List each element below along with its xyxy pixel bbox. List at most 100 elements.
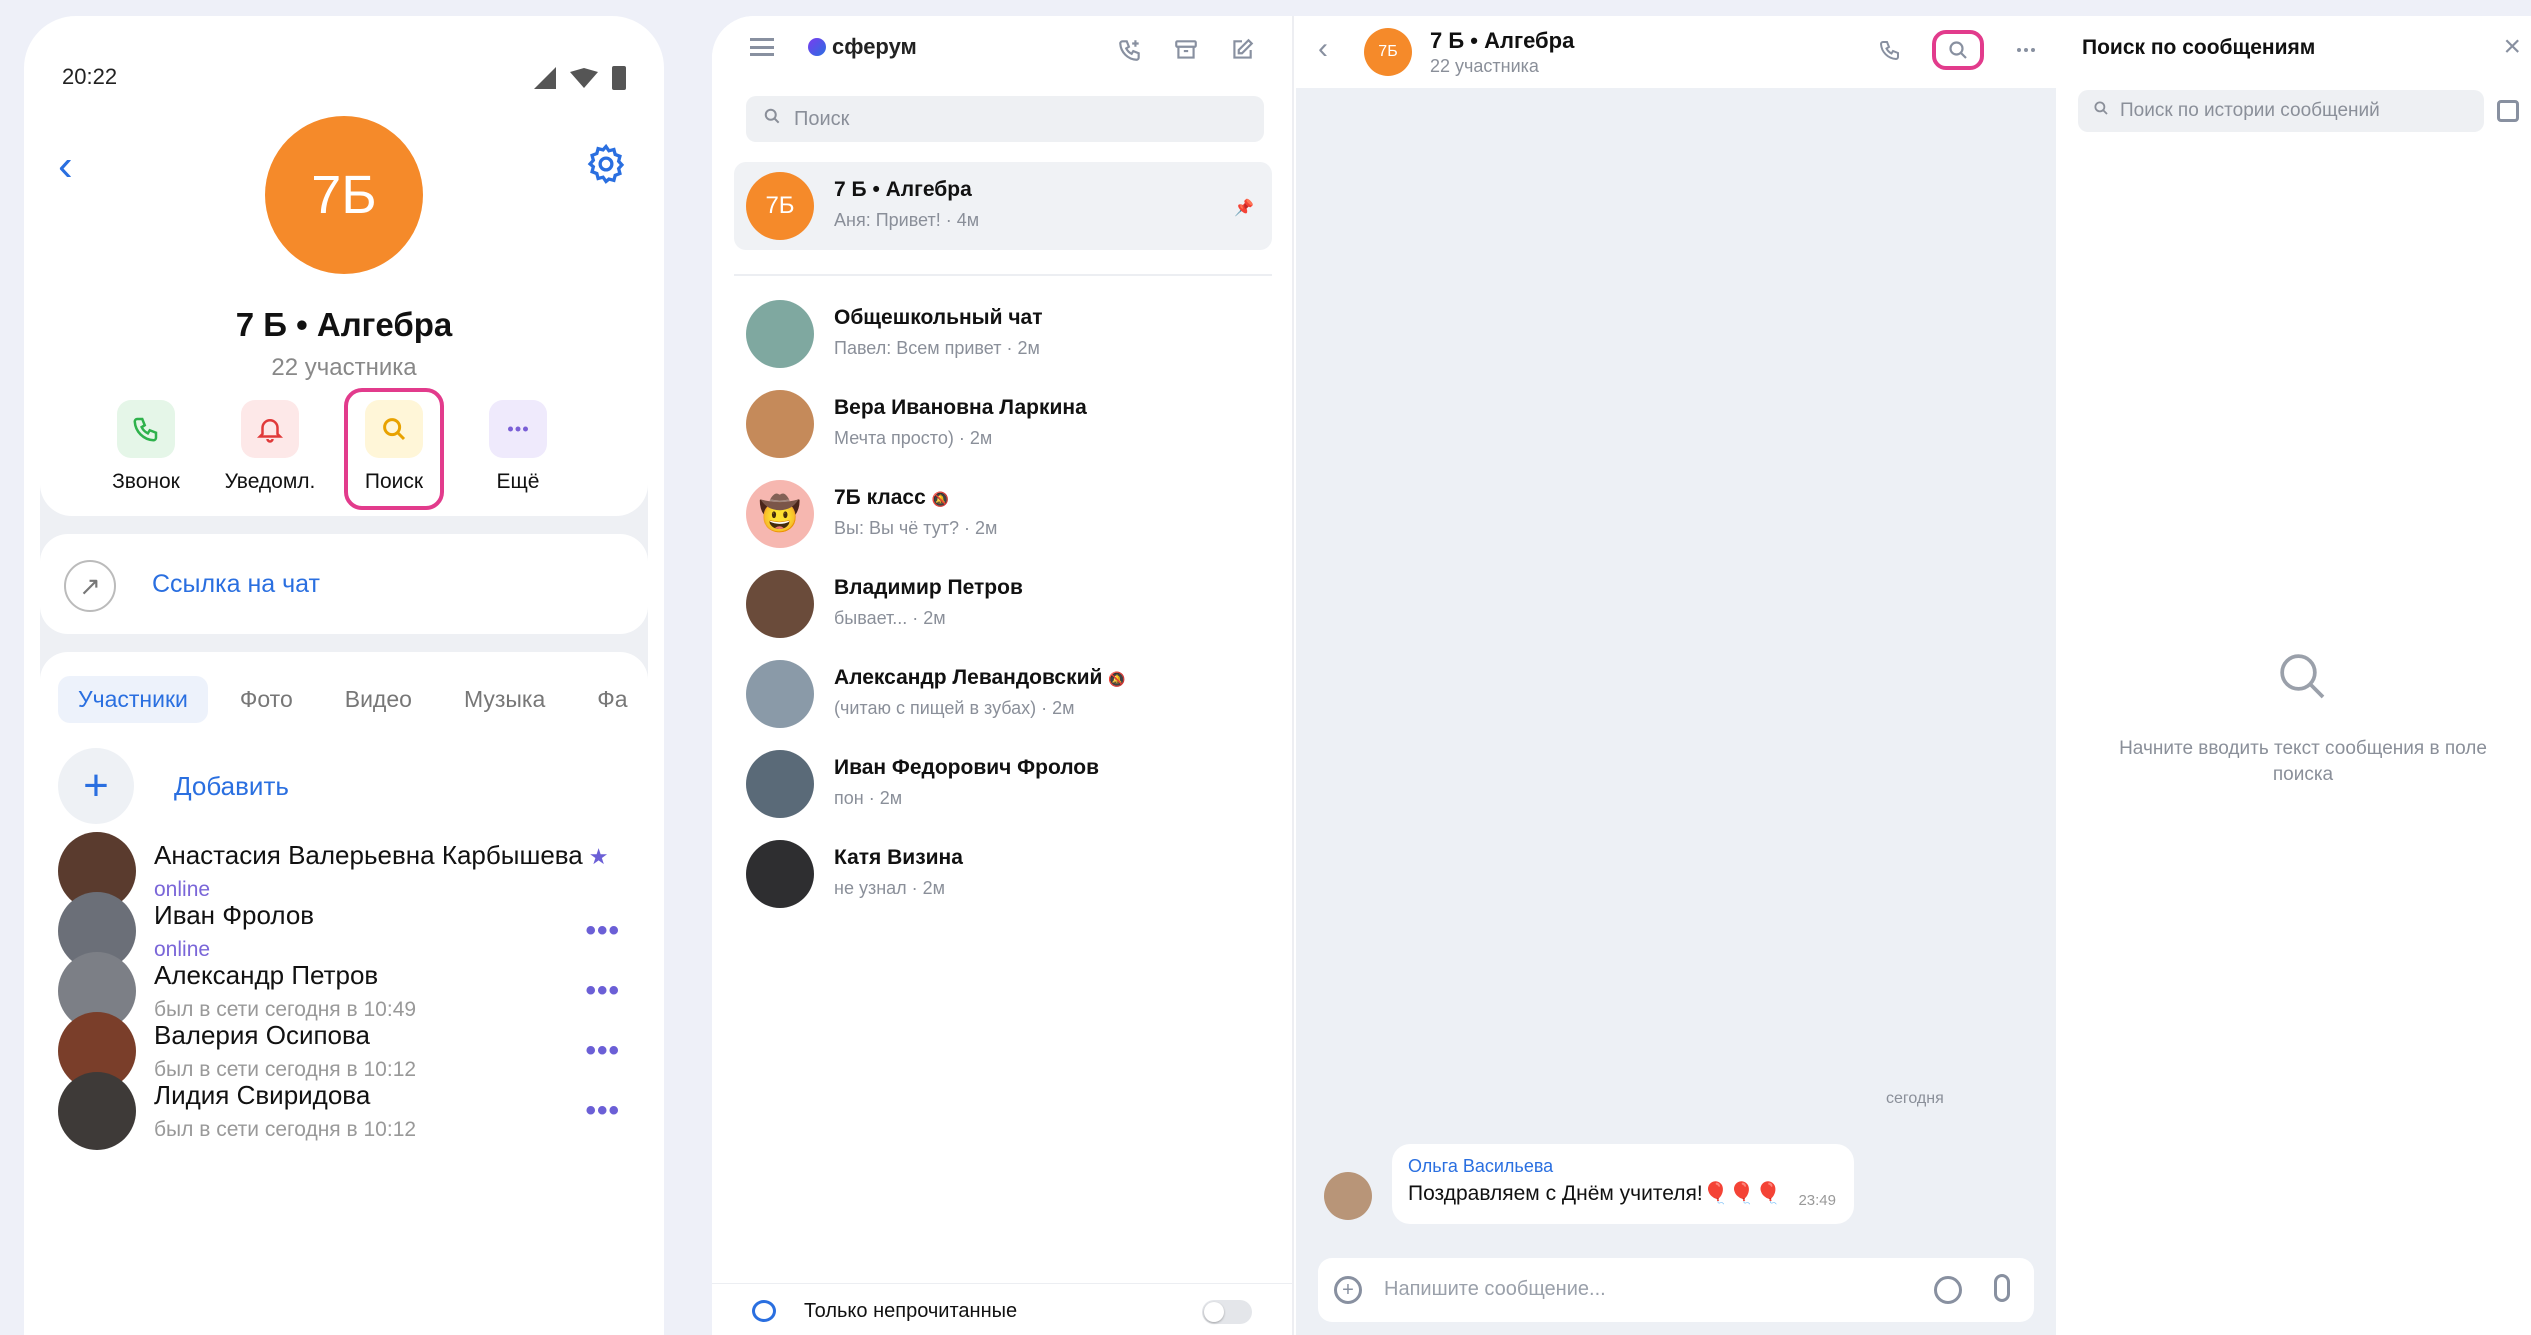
member-menu-icon[interactable]: •••	[585, 1094, 620, 1128]
tab-videos[interactable]: Видео	[325, 676, 432, 723]
avatar	[58, 1072, 136, 1150]
search-messages-icon[interactable]	[1932, 30, 1984, 70]
conversation-tools	[1870, 30, 2046, 70]
calendar-icon[interactable]	[2497, 100, 2519, 122]
mobile-app-screen: 20:22 ‹ 7Б 7 Б • Алгебра 22 участника Зв…	[24, 16, 664, 1335]
chat-link-label: Ссылка на чат	[152, 570, 320, 598]
call-button[interactable]: Звонок	[100, 400, 192, 506]
close-icon[interactable]: ×	[2503, 30, 2521, 64]
call-icon[interactable]	[1870, 30, 1910, 70]
member-name: Анастасия Валерьевна Карбышева ★	[154, 840, 609, 870]
app-logo: сферум	[808, 34, 917, 60]
chat-preview: бывает... · 2м	[834, 608, 946, 628]
microphone-icon[interactable]	[1994, 1274, 2010, 1302]
chat-name: Иван Федорович Фролов	[834, 756, 1100, 779]
avatar[interactable]	[1324, 1172, 1372, 1220]
members-card: Участники Фото Видео Музыка Фа + Добавит…	[40, 652, 648, 1335]
chat-item[interactable]: Владимир Петров бывает... · 2м	[734, 560, 1272, 648]
member-name: Валерия Осипова	[154, 1020, 370, 1050]
chat-avatar	[746, 660, 814, 728]
unread-only-toggle[interactable]	[1202, 1300, 1252, 1324]
search-label: Поиск	[364, 470, 424, 493]
chat-name: Владимир Петров	[834, 576, 1023, 599]
message-text: Поздравляем с Днём учителя!🎈🎈🎈	[1408, 1182, 1782, 1205]
chat-preview: пон · 2м	[834, 788, 903, 808]
notifications-button[interactable]: Уведомл.	[224, 400, 316, 506]
chat-name: Катя Визина	[834, 846, 963, 869]
member-row[interactable]: Лидия Свиридова был в сети сегодня в 10:…	[58, 1072, 628, 1152]
gear-icon[interactable]	[584, 142, 628, 186]
chat-avatar	[746, 390, 814, 458]
member-menu-icon[interactable]: •••	[585, 1034, 620, 1068]
chat-item-pinned[interactable]: 7Б 7 Б • Алгебра Аня: Привет! · 4м 📌	[734, 162, 1272, 250]
new-call-icon[interactable]	[1114, 34, 1146, 66]
chat-item[interactable]: Катя Визина не узнал · 2м	[734, 830, 1272, 918]
archive-icon[interactable]	[1170, 34, 1202, 66]
chat-item[interactable]: Иван Федорович Фролов пон · 2м	[734, 740, 1272, 828]
wifi-icon	[570, 68, 598, 88]
chat-item[interactable]: Александр Левандовский 🔕 (читаю с пищей в…	[734, 650, 1272, 738]
tab-members[interactable]: Участники	[58, 676, 208, 723]
message-composer[interactable]: + Напишите сообщение...	[1318, 1258, 2034, 1322]
member-menu-icon[interactable]: •••	[585, 914, 620, 948]
conversation-avatar[interactable]: 7Б	[1364, 28, 1412, 76]
link-arrow-icon: ↗	[64, 560, 116, 612]
search-button[interactable]: Поиск	[344, 388, 444, 510]
date-separator: сегодня	[1886, 1090, 1944, 1107]
divider	[734, 274, 1272, 276]
more-label: Ещё	[496, 470, 540, 493]
pin-icon: 📌	[1234, 200, 1254, 217]
message-author[interactable]: Ольга Васильева	[1408, 1156, 1553, 1177]
attach-icon[interactable]: +	[1334, 1276, 1362, 1304]
add-member-button[interactable]: + Добавить	[58, 748, 289, 824]
more-button[interactable]: Ещё	[472, 400, 564, 506]
chat-avatar	[746, 840, 814, 908]
add-member-label: Добавить	[174, 770, 289, 801]
search-icon	[2092, 99, 2110, 123]
chat-name: Александр Левандовский 🔕	[834, 666, 1126, 689]
more-icon	[489, 400, 547, 458]
more-options-icon[interactable]	[2006, 30, 2046, 70]
back-icon[interactable]: ‹	[58, 144, 73, 188]
battery-icon	[612, 66, 626, 90]
compose-icon[interactable]	[1226, 34, 1258, 66]
member-menu-icon[interactable]: •••	[585, 974, 620, 1008]
tab-photos[interactable]: Фото	[220, 676, 313, 723]
plus-icon: +	[58, 748, 134, 824]
chat-search-placeholder: Поиск	[794, 107, 850, 130]
conversation-members: 22 участника	[1430, 56, 1539, 76]
desktop-app-window: сферум Поиск 7Б 7 Б • Алгебра Аня: Приве…	[712, 16, 2531, 1335]
chat-search-input[interactable]: Поиск	[746, 96, 1264, 142]
conversation-title[interactable]: 7 Б • Алгебра	[1430, 28, 1574, 54]
menu-icon[interactable]	[750, 38, 774, 56]
search-icon	[762, 106, 782, 132]
chat-name: Вера Ивановна Ларкина	[834, 396, 1087, 419]
message-search-panel: Поиск по сообщениям × Поиск по истории с…	[2058, 16, 2531, 1335]
back-icon[interactable]: ‹	[1318, 32, 1328, 66]
chat-preview: не узнал · 2м	[834, 878, 946, 898]
chat-avatar[interactable]: 7Б	[265, 116, 423, 274]
chat-item[interactable]: Общешкольный чат Павел: Всем привет · 2м	[734, 290, 1272, 378]
message-search-input[interactable]: Поиск по истории сообщений	[2078, 90, 2484, 132]
chat-profile-header: 20:22 ‹ 7Б 7 Б • Алгебра 22 участника Зв…	[40, 16, 648, 516]
emoji-icon[interactable]	[1934, 1276, 1962, 1304]
chat-link-row[interactable]: ↗ Ссылка на чат	[40, 534, 648, 634]
chat-avatar: 7Б	[746, 172, 814, 240]
notifications-label: Уведомл.	[224, 470, 316, 493]
tab-files[interactable]: Фа	[577, 676, 647, 723]
chat-item[interactable]: Вера Ивановна Ларкина Мечта просто) · 2м	[734, 380, 1272, 468]
chat-item[interactable]: 🤠 7Б класс 🔕 Вы: Вы чё тут? · 2м	[734, 470, 1272, 558]
chat-preview: Вы: Вы чё тут? · 2м	[834, 518, 998, 538]
muted-icon: 🔕	[931, 491, 950, 507]
tab-music[interactable]: Музыка	[444, 676, 565, 723]
sidebar-toolbar: сферум	[712, 16, 1292, 80]
unread-only-label: Только непрочитанные	[804, 1300, 1018, 1322]
member-name: Александр Петров	[154, 960, 379, 990]
chat-title: 7 Б • Алгебра	[235, 306, 453, 343]
chat-avatar: 🤠	[746, 480, 814, 548]
call-label: Звонок	[112, 470, 180, 493]
message-bubble[interactable]: Ольга Васильева Поздравляем с Днём учите…	[1392, 1144, 1854, 1224]
chat-avatar	[746, 300, 814, 368]
search-panel-title: Поиск по сообщениям	[2082, 36, 2316, 59]
search-empty-icon	[2280, 654, 2325, 699]
